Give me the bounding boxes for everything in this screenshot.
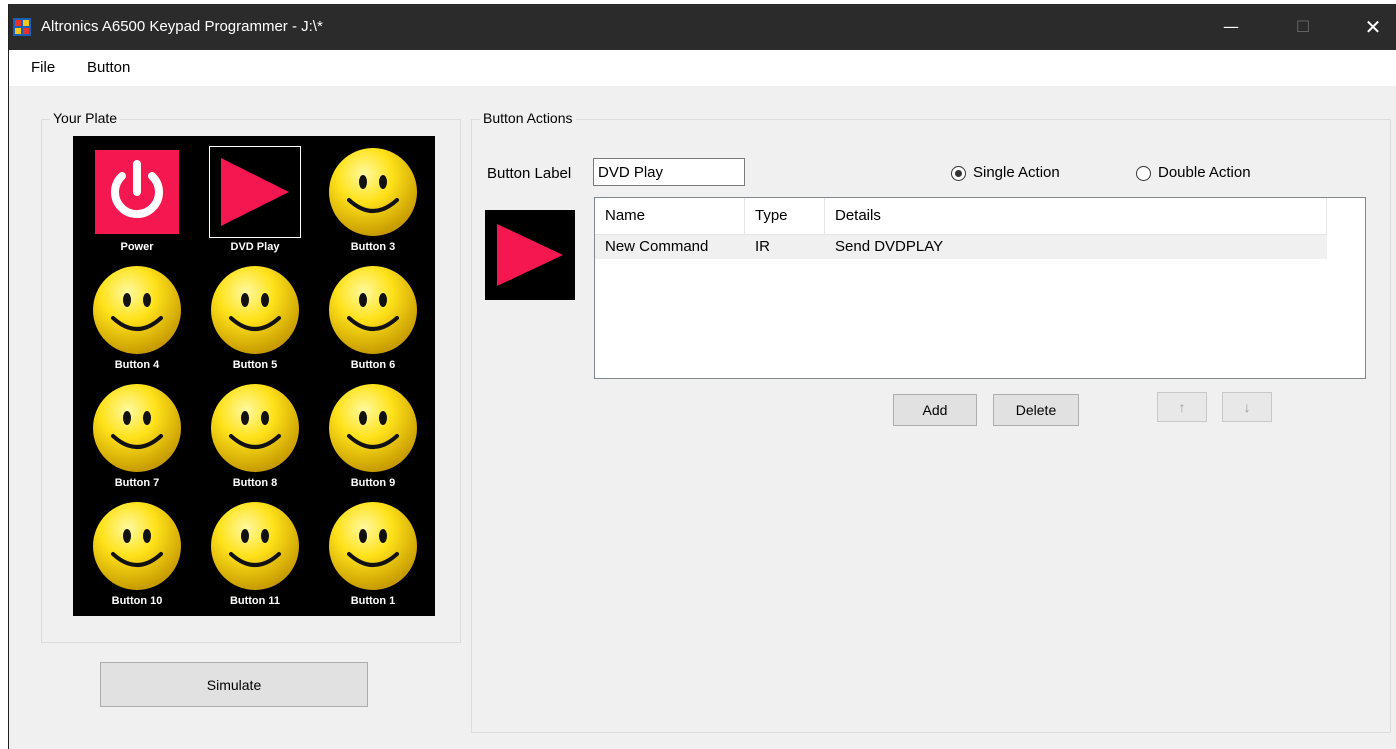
move-up-button[interactable]: ↑: [1157, 392, 1207, 422]
plate-button-label: DVD Play: [230, 241, 280, 253]
plate-button-label: Button 3: [350, 241, 396, 253]
delete-button[interactable]: Delete: [993, 394, 1079, 426]
cell-name: New Command: [605, 238, 709, 255]
plate-button-7[interactable]: Button 7: [91, 382, 183, 490]
cell-type: IR: [755, 238, 770, 255]
plate-button-4[interactable]: Button 4: [91, 264, 183, 372]
smiley-icon: [327, 146, 419, 238]
column-header-name[interactable]: Name: [595, 198, 745, 234]
menu-button[interactable]: Button: [87, 59, 130, 76]
list-header: Name Type Details: [595, 198, 1327, 235]
plate-button-11[interactable]: Button 11: [209, 500, 301, 608]
close-button[interactable]: ✕: [1350, 4, 1396, 50]
plate-button-6[interactable]: Button 6: [327, 264, 419, 372]
radio-selected-dot: [955, 170, 962, 177]
button-label-caption: Button Label: [487, 165, 572, 182]
title-bar: Altronics A6500 Keypad Programmer - J:\*…: [9, 4, 1396, 50]
your-plate-title: Your Plate: [50, 110, 121, 126]
smiley-icon: [209, 500, 301, 592]
button-label-input[interactable]: [593, 158, 745, 186]
plate-button-label: Button 11: [229, 595, 281, 607]
smiley-icon: [91, 382, 183, 474]
radio-circle: [1136, 166, 1151, 181]
app-icon: [13, 18, 31, 36]
maximize-icon: ☐: [1295, 17, 1311, 36]
play-icon: [497, 224, 563, 286]
smiley-icon: [327, 264, 419, 356]
cell-details: Send DVDPLAY: [835, 238, 944, 255]
menu-bar: File Button: [9, 50, 1396, 86]
simulate-button[interactable]: Simulate: [100, 662, 368, 707]
plate-button-label: Button 5: [232, 359, 278, 371]
plate-button-1[interactable]: Button 1: [327, 500, 419, 608]
plate-button-label: Button 1: [350, 595, 396, 607]
plate-button-8[interactable]: Button 8: [209, 382, 301, 490]
add-button[interactable]: Add: [893, 394, 977, 426]
command-list[interactable]: Name Type Details New Command IR Send DV…: [594, 197, 1366, 379]
double-action-label: Double Action: [1158, 164, 1251, 181]
power-icon: [91, 146, 183, 238]
button-preview: [485, 210, 575, 300]
column-header-details[interactable]: Details: [825, 198, 1327, 234]
plate-button-label: Button 6: [350, 359, 396, 371]
move-down-button[interactable]: ↓: [1222, 392, 1272, 422]
smiley-icon: [209, 382, 301, 474]
smiley-icon: [209, 264, 301, 356]
menu-file[interactable]: File: [31, 59, 55, 76]
smiley-icon: [91, 264, 183, 356]
maximize-button[interactable]: ☐: [1280, 4, 1326, 50]
minimize-icon: —: [1223, 17, 1239, 36]
plate-button-9[interactable]: Button 9: [327, 382, 419, 490]
plate-button-3[interactable]: Button 3: [327, 146, 419, 254]
single-action-label: Single Action: [973, 164, 1060, 181]
smiley-icon: [327, 382, 419, 474]
plate-button-label: Button 10: [111, 595, 163, 607]
smiley-icon: [327, 500, 419, 592]
play-icon: [209, 146, 301, 238]
radio-circle: [951, 166, 966, 181]
plate-button-label: Button 9: [350, 477, 396, 489]
window-title: Altronics A6500 Keypad Programmer - J:\*: [41, 18, 323, 35]
minimize-button[interactable]: —: [1208, 4, 1254, 50]
smiley-icon: [91, 500, 183, 592]
plate-button-10[interactable]: Button 10: [91, 500, 183, 608]
button-actions-title: Button Actions: [480, 110, 576, 126]
plate-button-power[interactable]: Power: [91, 146, 183, 254]
list-item[interactable]: New Command IR Send DVDPLAY: [595, 235, 1327, 259]
plate-button-label: Button 7: [114, 477, 160, 489]
plate-button-dvd-play[interactable]: DVD Play: [209, 146, 301, 254]
plate-button-5[interactable]: Button 5: [209, 264, 301, 372]
plate-button-label: Button 8: [232, 477, 278, 489]
app-window: Altronics A6500 Keypad Programmer - J:\*…: [8, 4, 1396, 749]
plate-button-label: Power: [120, 241, 154, 253]
column-header-type[interactable]: Type: [745, 198, 825, 234]
close-icon: ✕: [1364, 15, 1382, 39]
plate-button-label: Button 4: [114, 359, 160, 371]
keypad-plate: Power DVD Play Button 3 Button 4 Button …: [73, 136, 435, 616]
